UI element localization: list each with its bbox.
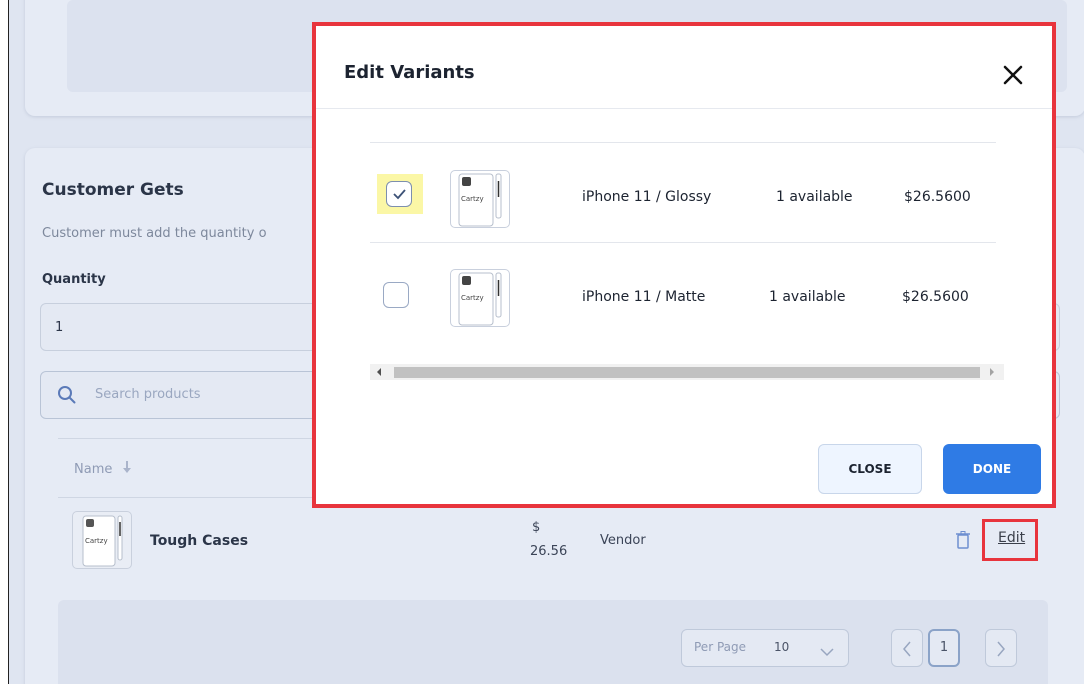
variant-thumbnail: Cartzy bbox=[450, 170, 510, 228]
chevron-left-icon bbox=[903, 641, 911, 657]
product-thumbnail: Cartzy bbox=[72, 511, 132, 569]
column-header-name[interactable]: Name bbox=[74, 462, 112, 477]
modal-title: Edit Variants bbox=[344, 62, 475, 83]
product-vendor: Vendor bbox=[600, 533, 646, 548]
variant-checkbox-matte[interactable] bbox=[383, 282, 409, 308]
scroll-right-icon[interactable] bbox=[989, 368, 995, 376]
trash-icon[interactable] bbox=[956, 531, 970, 553]
per-page-value: 10 bbox=[774, 640, 790, 654]
sort-down-icon[interactable] bbox=[122, 460, 132, 478]
variant-thumbnail: Cartzy bbox=[450, 269, 510, 327]
variant-price: $26.5600 bbox=[904, 189, 971, 205]
product-name: Tough Cases bbox=[150, 533, 249, 549]
next-page-button[interactable] bbox=[985, 629, 1017, 667]
page-number-button[interactable]: 1 bbox=[928, 629, 960, 667]
variant-availability: 1 available bbox=[769, 289, 846, 305]
variant-thumbnail-brand: Cartzy bbox=[461, 294, 484, 302]
variant-name: iPhone 11 / Matte bbox=[582, 289, 706, 305]
price-symbol: $ bbox=[532, 520, 541, 535]
horizontal-scrollbar[interactable] bbox=[370, 364, 1004, 380]
prev-page-button[interactable] bbox=[891, 629, 923, 667]
check-icon bbox=[393, 189, 406, 200]
edit-link[interactable]: Edit bbox=[998, 530, 1025, 546]
product-thumbnail-brand: Cartzy bbox=[85, 537, 108, 545]
search-icon bbox=[57, 385, 77, 409]
product-price: 26.56 bbox=[530, 544, 568, 559]
section-description: Customer must add the quantity o bbox=[42, 226, 267, 241]
chevron-down-icon bbox=[820, 642, 834, 661]
per-page-label: Per Page bbox=[694, 640, 746, 654]
variant-thumbnail-brand: Cartzy bbox=[461, 195, 484, 203]
edit-variants-modal: Edit Variants Cartzy iPhone 11 / Glossy … bbox=[312, 22, 1056, 508]
section-title: Customer Gets bbox=[42, 180, 184, 200]
variant-divider bbox=[370, 242, 996, 243]
close-button[interactable]: CLOSE bbox=[818, 444, 922, 494]
variant-divider bbox=[370, 142, 996, 143]
scroll-left-icon[interactable] bbox=[376, 368, 382, 376]
variant-availability: 1 available bbox=[776, 189, 853, 205]
scrollbar-thumb[interactable] bbox=[394, 367, 980, 378]
close-icon[interactable] bbox=[998, 60, 1028, 90]
search-placeholder: Search products bbox=[95, 387, 201, 402]
variant-checkbox-glossy[interactable] bbox=[386, 181, 412, 207]
variant-name: iPhone 11 / Glossy bbox=[582, 189, 712, 205]
done-button[interactable]: DONE bbox=[943, 444, 1041, 494]
variant-price: $26.5600 bbox=[902, 289, 969, 305]
quantity-label: Quantity bbox=[42, 272, 106, 287]
per-page-select[interactable]: Per Page 10 bbox=[681, 629, 849, 667]
modal-header-divider bbox=[316, 108, 1052, 109]
edit-highlight: Edit bbox=[982, 519, 1038, 561]
chevron-right-icon bbox=[997, 641, 1005, 657]
